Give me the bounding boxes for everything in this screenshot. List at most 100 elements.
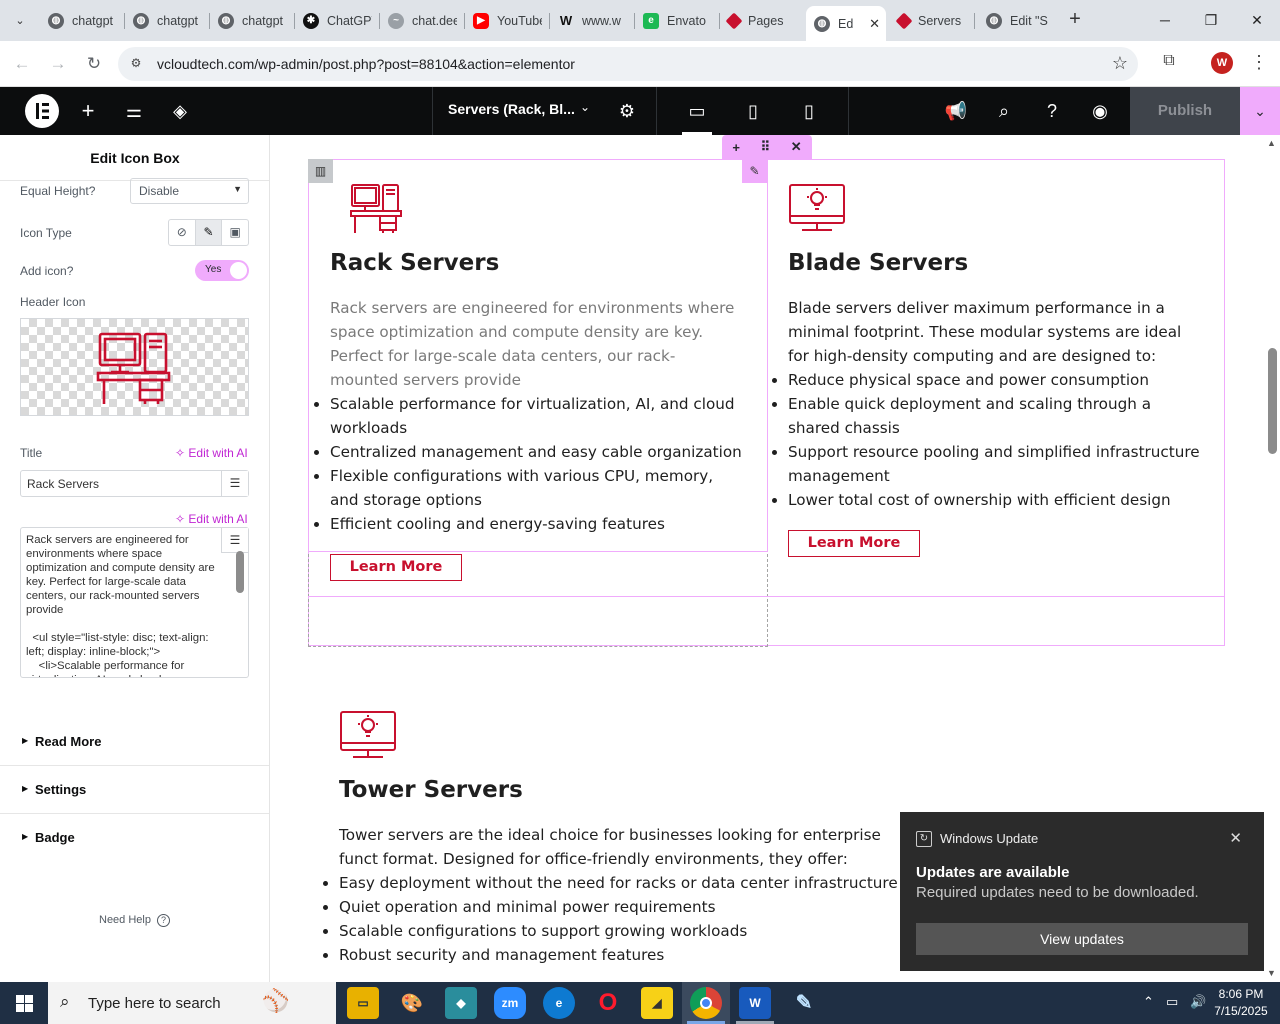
column-handle-icon[interactable]: ▥ [308, 159, 333, 183]
elementor-logo-icon[interactable] [25, 94, 59, 128]
youtube-icon: ▶ [473, 12, 489, 29]
notifications-megaphone-icon[interactable]: 📢 [944, 99, 968, 123]
textarea-scrollbar[interactable] [236, 551, 244, 593]
back-icon[interactable]: ← [10, 52, 34, 76]
icon-type-none-icon[interactable]: ⊘ [169, 220, 196, 245]
browser-tab[interactable]: ✱ ChatGPT [295, 6, 380, 35]
header-icon-picker[interactable] [20, 318, 249, 416]
edit-with-ai-link[interactable]: ✧ Edit with AI [175, 446, 248, 460]
edit-with-ai-link[interactable]: ✧ Edit with AI [175, 512, 248, 526]
scroll-up-icon[interactable]: ▲ [1267, 138, 1276, 148]
app-gem-icon[interactable]: ◆ [445, 987, 477, 1019]
word-icon[interactable]: W [739, 987, 771, 1019]
preview-eye-icon[interactable]: ◉ [1088, 99, 1112, 123]
learn-more-button[interactable]: Learn More [330, 554, 462, 581]
title-input[interactable]: Rack Servers [20, 470, 249, 497]
add-section-icon[interactable]: + [732, 140, 740, 155]
tablet-view-icon[interactable]: ▯ [741, 99, 765, 123]
restore-button[interactable]: ❐ [1196, 8, 1226, 32]
dynamic-tags-icon[interactable]: ☰ [221, 471, 248, 496]
structure-layers-icon[interactable]: ◈ [168, 99, 192, 123]
mobile-view-icon[interactable]: ▯ [797, 99, 821, 123]
windows-start-icon[interactable] [0, 982, 48, 1024]
close-tab-icon[interactable]: ✕ [869, 16, 880, 32]
new-tab-button[interactable]: + [1064, 9, 1086, 31]
help-icon[interactable]: ? [1040, 99, 1064, 123]
description-textarea[interactable]: Rack servers are engineered for environm… [20, 527, 249, 678]
caret-right-icon: ▶ [22, 832, 29, 841]
reload-icon[interactable]: ↻ [82, 52, 106, 76]
browser-tab[interactable]: ~ chat.deepseek [380, 6, 465, 35]
publish-options-chevron-icon[interactable]: ⌄ [1240, 87, 1280, 135]
card-title-blade: Blade Servers [788, 250, 969, 276]
forward-icon[interactable]: → [46, 52, 70, 76]
browser-tab[interactable]: Servers [890, 6, 975, 35]
tab-search-menu-button[interactable]: ⌄ [8, 8, 32, 32]
file-explorer-icon[interactable]: ▭ [347, 987, 379, 1019]
browser-tab[interactable]: ▶ YouTube [465, 6, 550, 35]
browser-tab[interactable]: ◍ Edit "S [978, 6, 1058, 35]
view-updates-button[interactable]: View updates [916, 923, 1248, 955]
scroll-down-icon[interactable]: ▼ [1267, 968, 1276, 978]
network-icon[interactable]: ▭ [1166, 994, 1178, 1010]
site-info-icon[interactable]: ⚙ [128, 56, 144, 72]
dynamic-tags-icon[interactable]: ☰ [221, 528, 248, 553]
close-window-button[interactable]: ✕ [1242, 8, 1272, 32]
browser-tab[interactable]: W www.w [550, 6, 635, 35]
section-settings[interactable]: ▶ Settings [0, 766, 269, 814]
page-settings-gear-icon[interactable]: ⚙ [615, 99, 639, 123]
delete-section-icon[interactable]: ✕ [791, 139, 802, 155]
document-title[interactable]: Servers (Rack, Bl... [448, 101, 575, 117]
taskbar: ⌕ Type here to search ⚾ ▭ 🎨 ◆ zm e O ◢ W… [0, 982, 1280, 1024]
browser-menu-icon[interactable]: ⋮ [1250, 52, 1268, 73]
globe-icon: ◍ [218, 12, 234, 29]
notepad-icon[interactable]: ✎ [788, 987, 820, 1019]
show-hidden-icons-icon[interactable]: ⌃ [1143, 994, 1154, 1010]
toast-heading: Updates are available [916, 864, 1070, 881]
close-icon[interactable]: ✕ [1229, 829, 1242, 847]
need-help-link[interactable]: Need Help [99, 914, 151, 926]
list-item: Support resource pooling and simplified … [788, 440, 1206, 488]
section-badge[interactable]: ▶ Badge [0, 814, 269, 862]
bookmark-star-icon[interactable]: ☆ [1112, 53, 1128, 74]
edge-icon[interactable]: e [543, 987, 575, 1019]
site-settings-icon[interactable]: ⚌ [122, 99, 146, 123]
browser-tab[interactable]: ◍ chatgpt [125, 6, 210, 35]
add-element-icon[interactable]: + [76, 99, 100, 123]
section-handle[interactable]: + ⠿ ✕ [722, 135, 812, 159]
search-icon[interactable]: ⌕ [992, 99, 1016, 123]
drag-handle-icon[interactable]: ⠿ [761, 139, 771, 155]
card-bullets: Scalable performance for virtualization,… [330, 392, 742, 536]
chrome-icon[interactable] [690, 987, 722, 1019]
add-icon-toggle[interactable]: Yes [195, 260, 249, 281]
publish-button[interactable]: Publish [1130, 87, 1240, 135]
paint-icon[interactable]: 🎨 [396, 987, 428, 1019]
chevron-down-icon[interactable]: ⌄ [580, 100, 590, 114]
minimize-button[interactable]: ─ [1150, 8, 1180, 32]
browser-tab[interactable]: ◍ chatgpt [210, 6, 295, 35]
extensions-icon[interactable]: ⧉ [1158, 52, 1180, 74]
equal-height-select[interactable]: Disable ▼ [130, 178, 249, 204]
help-icon[interactable]: ? [157, 914, 170, 927]
sticky-notes-icon[interactable]: ◢ [641, 987, 673, 1019]
edit-widget-pencil-icon[interactable]: ✎ [742, 159, 767, 183]
clock[interactable]: 8:06 PM 7/15/2025 [1208, 986, 1274, 1020]
opera-icon[interactable]: O [592, 987, 624, 1019]
tab-title: Envato [667, 13, 706, 28]
browser-tab-active[interactable]: ◍ Ed ✕ [806, 6, 886, 41]
browser-tab[interactable]: ◍ chatgpt [40, 6, 125, 35]
volume-icon[interactable]: 🔊 [1190, 994, 1206, 1010]
taskbar-search-input[interactable]: ⌕ Type here to search ⚾ [48, 982, 336, 1024]
browser-tab[interactable]: e Envato [635, 6, 720, 35]
icon-type-image-icon[interactable]: ▣ [222, 220, 248, 245]
section-read-more[interactable]: ▶ Read More [0, 718, 269, 766]
zoom-icon[interactable]: zm [494, 987, 526, 1019]
learn-more-button[interactable]: Learn More [788, 530, 920, 557]
desktop-view-icon[interactable]: ▭ [685, 99, 709, 123]
browser-tab[interactable]: Pages [720, 6, 805, 35]
globe-icon: ◍ [48, 12, 64, 29]
icon-type-icon-brush-icon[interactable]: ✎ [195, 220, 223, 245]
profile-avatar[interactable]: W [1211, 52, 1233, 74]
page-scrollbar[interactable] [1268, 348, 1277, 454]
url-field[interactable]: ⚙ vcloudtech.com/wp-admin/post.php?post=… [118, 47, 1138, 81]
